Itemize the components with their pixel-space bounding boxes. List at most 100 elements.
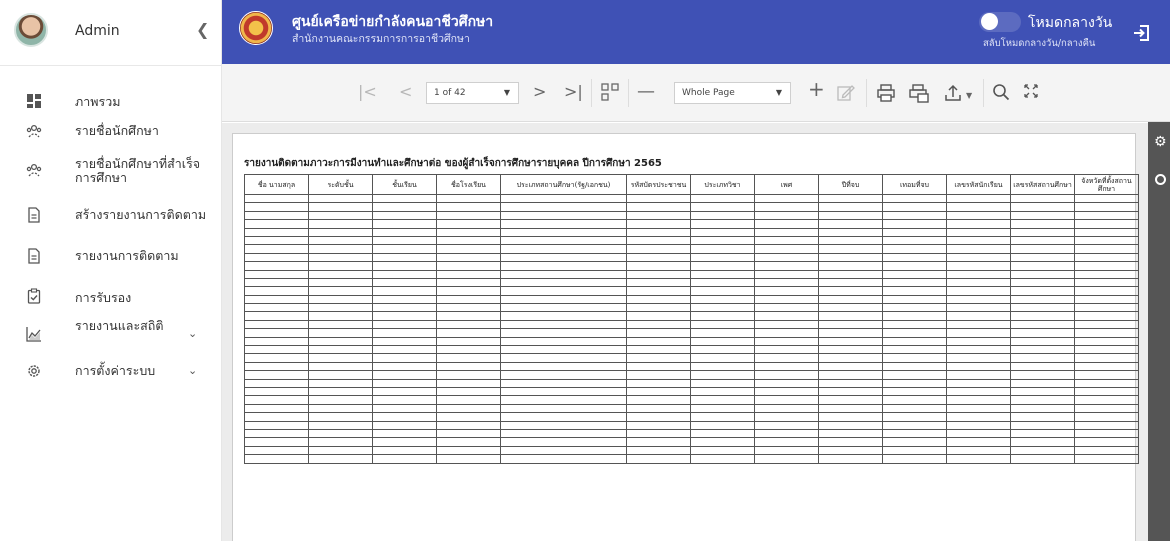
table-cell [500,370,627,380]
table-cell [244,269,309,279]
table-cell [882,294,947,305]
first-page-icon[interactable]: |< [358,82,377,102]
table-column-header: เลขรหัสนักเรียน [946,174,1011,195]
zoom-in-icon[interactable]: + [808,79,825,99]
table-cell [626,261,691,271]
page-selector-value: 1 of 42 [434,88,466,98]
sidebar-item-overview[interactable]: ภาพรวม [0,93,222,117]
report-viewer[interactable]: รายงานติดตามภาวะการมีงานทำและศึกษาต่อ ขอ… [222,123,1148,541]
sidebar-item-settings[interactable]: การตั้งค่าระบบ ⌄ [0,360,222,384]
table-cell [1010,244,1075,254]
table-cell [436,219,501,229]
table-cell [500,277,627,288]
table-cell [946,252,1011,263]
table-cell [1074,210,1139,221]
table-cell [818,210,883,221]
table-cell [946,412,1011,422]
table-cell [436,336,501,347]
table-cell [1074,454,1139,464]
chart-icon [26,327,41,342]
table-cell [1010,303,1075,313]
print-icon[interactable] [876,83,896,103]
table-cell [1074,235,1139,246]
table-cell [1074,227,1139,237]
table-cell [244,454,309,464]
search-icon[interactable] [991,82,1011,102]
page-selector[interactable]: 1 of 42 ▼ [426,82,519,104]
table-cell [626,252,691,263]
table-cell [1074,395,1139,405]
table-cell [436,311,501,321]
previous-page-icon[interactable]: < [399,82,412,102]
table-row [244,336,1139,347]
table-cell [1074,277,1139,288]
print-page-icon[interactable] [908,83,930,103]
table-cell [372,378,437,389]
sidebar-item-students[interactable]: รายชื่อนักศึกษา [0,121,222,145]
table-row [244,227,1139,237]
table-cell [946,193,1011,204]
table-cell [500,235,627,246]
table-cell [818,244,883,254]
table-cell [308,269,373,279]
table-cell [500,437,627,447]
table-cell [1074,303,1139,313]
table-cell [754,252,819,263]
collapse-sidebar-button[interactable]: ❮ [196,20,209,39]
export-caret-icon[interactable]: ▼ [966,86,972,106]
search-panel-icon[interactable] [1155,174,1166,185]
table-cell [882,252,947,263]
table-cell [1010,445,1075,456]
toolbar-divider [628,79,629,107]
day-night-toggle[interactable] [979,12,1021,32]
logout-icon[interactable] [1133,24,1151,42]
sidebar-item-create-report[interactable]: สร้างรายงานการติดตาม [0,205,222,229]
table-cell [308,286,373,296]
table-cell [308,395,373,405]
document-icon [28,207,40,223]
sidebar-item-reports-stats[interactable]: รายงานและสถิติ ⌄ [0,318,222,350]
last-page-icon[interactable]: >| [564,82,583,102]
table-cell [308,328,373,338]
table-cell [626,454,691,464]
table-cell [1074,328,1139,338]
table-cell [690,378,755,389]
zoom-out-icon[interactable]: — [637,82,655,102]
table-cell [946,386,1011,397]
avatar[interactable] [14,13,48,47]
table-cell [754,286,819,296]
table-cell [626,277,691,288]
table-cell [690,277,755,288]
sidebar-item-tracking-report[interactable]: รายงานการติดตาม [0,246,222,270]
settings-gear-icon[interactable]: ⚙ [1154,134,1167,150]
table-cell [690,235,755,246]
table-cell [626,219,691,229]
table-cell [244,386,309,397]
table-cell [308,303,373,313]
table-cell [818,420,883,430]
table-cell [1074,319,1139,330]
table-cell [500,428,627,439]
table-cell [372,454,437,464]
export-icon[interactable] [943,83,963,103]
sidebar-item-label: รายงานการติดตาม [75,248,179,263]
table-cell [1074,261,1139,271]
fullscreen-icon[interactable] [1022,82,1040,100]
table-cell [754,277,819,288]
sidebar-item-label: สร้างรายงานการติดตาม [75,207,207,222]
table-cell [372,386,437,397]
next-page-icon[interactable]: > [533,82,546,102]
zoom-selector[interactable]: Whole Page ▼ [674,82,791,104]
table-cell [882,370,947,380]
sidebar-item-graduates[interactable]: รายชื่อนักศึกษาที่สำเร็จการศึกษา [0,155,222,189]
table-cell [1010,395,1075,405]
multi-page-icon[interactable] [600,82,620,102]
table-cell [818,261,883,271]
edit-form-icon[interactable] [836,83,856,103]
table-cell [244,420,309,430]
table-cell [244,294,309,305]
sidebar-item-certification[interactable]: การรับรอง [0,287,222,311]
table-cell [1010,294,1075,305]
table-row [244,261,1139,271]
table-cell [946,353,1011,363]
